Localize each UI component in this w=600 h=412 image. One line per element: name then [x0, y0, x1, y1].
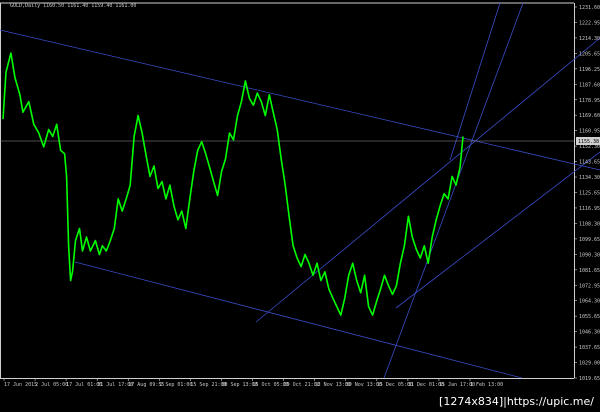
price-tick-label: 1029.00	[579, 361, 600, 367]
price-tick-label: 1178.95	[579, 98, 600, 104]
trendlines	[0, 2, 600, 379]
time-tick-label: 1 Feb 13:00	[470, 382, 503, 388]
price-tick-label: 1160.95	[579, 129, 600, 135]
price-tick-label: 1019.65	[579, 376, 600, 382]
price-tick-label: 1064.30	[579, 299, 600, 305]
price-series	[2, 52, 464, 316]
time-tick-label: 17 Jun 2015	[4, 382, 37, 388]
price-tick-label: 1134.30	[579, 175, 600, 181]
price-tick-label: 1231.60	[579, 5, 600, 11]
price-tick-label: 1196.25	[579, 67, 600, 73]
price-tick-label: 1090.30	[579, 252, 600, 258]
price-tick-label: 1205.65	[579, 51, 600, 57]
price-tick-label: 1046.30	[579, 330, 600, 336]
lower-fan-line[interactable]	[255, 37, 600, 323]
lower-channel-line[interactable]	[74, 261, 523, 379]
time-axis: 17 Jun 20152 Jul 05:0017 Jul 01:0031 Jul…	[3, 378, 503, 388]
support-fan-line[interactable]	[395, 151, 600, 309]
price-tick-label: 1125.65	[579, 191, 600, 197]
price-tick-label: 1214.30	[579, 36, 600, 42]
price-axis: 1231.60 1222.95 1214.30 1205.65 1196.25 1187.…	[574, 5, 600, 382]
current-price-marker: 1155.38	[576, 137, 600, 145]
time-tick-label: 2 Jul 05:00	[35, 382, 68, 388]
symbol-info-header: GOLD,Daily 1160.50 1161.40 1159.40 1161.…	[10, 3, 136, 9]
current-price-label: 1155.38	[578, 139, 599, 145]
steep-trend-line-2[interactable]	[449, 2, 501, 161]
price-tick-label: 1072.95	[579, 283, 600, 289]
image-size-watermark: [1274x834]|https://upic.me/	[433, 392, 600, 412]
price-tick-label: 1187.60	[579, 82, 600, 88]
price-tick-label: 1108.30	[579, 221, 600, 227]
price-chart[interactable]: GOLD,Daily 1160.50 1161.40 1159.40 1161.…	[0, 0, 600, 412]
steep-trend-line[interactable]	[383, 2, 524, 379]
price-tick-label: 1037.65	[579, 345, 600, 351]
price-tick-label: 1099.65	[579, 237, 600, 243]
price-tick-label: 1152.30	[579, 144, 600, 150]
price-tick-label: 1116.95	[579, 206, 600, 212]
price-tick-label: 1081.65	[579, 268, 600, 274]
upper-channel-line[interactable]	[0, 29, 600, 171]
price-line	[2, 52, 464, 316]
price-tick-label: 1169.60	[579, 113, 600, 119]
time-tick-label: 1 Sep 01:00	[159, 382, 192, 388]
price-tick-label: 1143.65	[579, 160, 600, 166]
price-tick-label: 1055.65	[579, 314, 600, 320]
price-tick-label: 1222.95	[579, 20, 600, 26]
